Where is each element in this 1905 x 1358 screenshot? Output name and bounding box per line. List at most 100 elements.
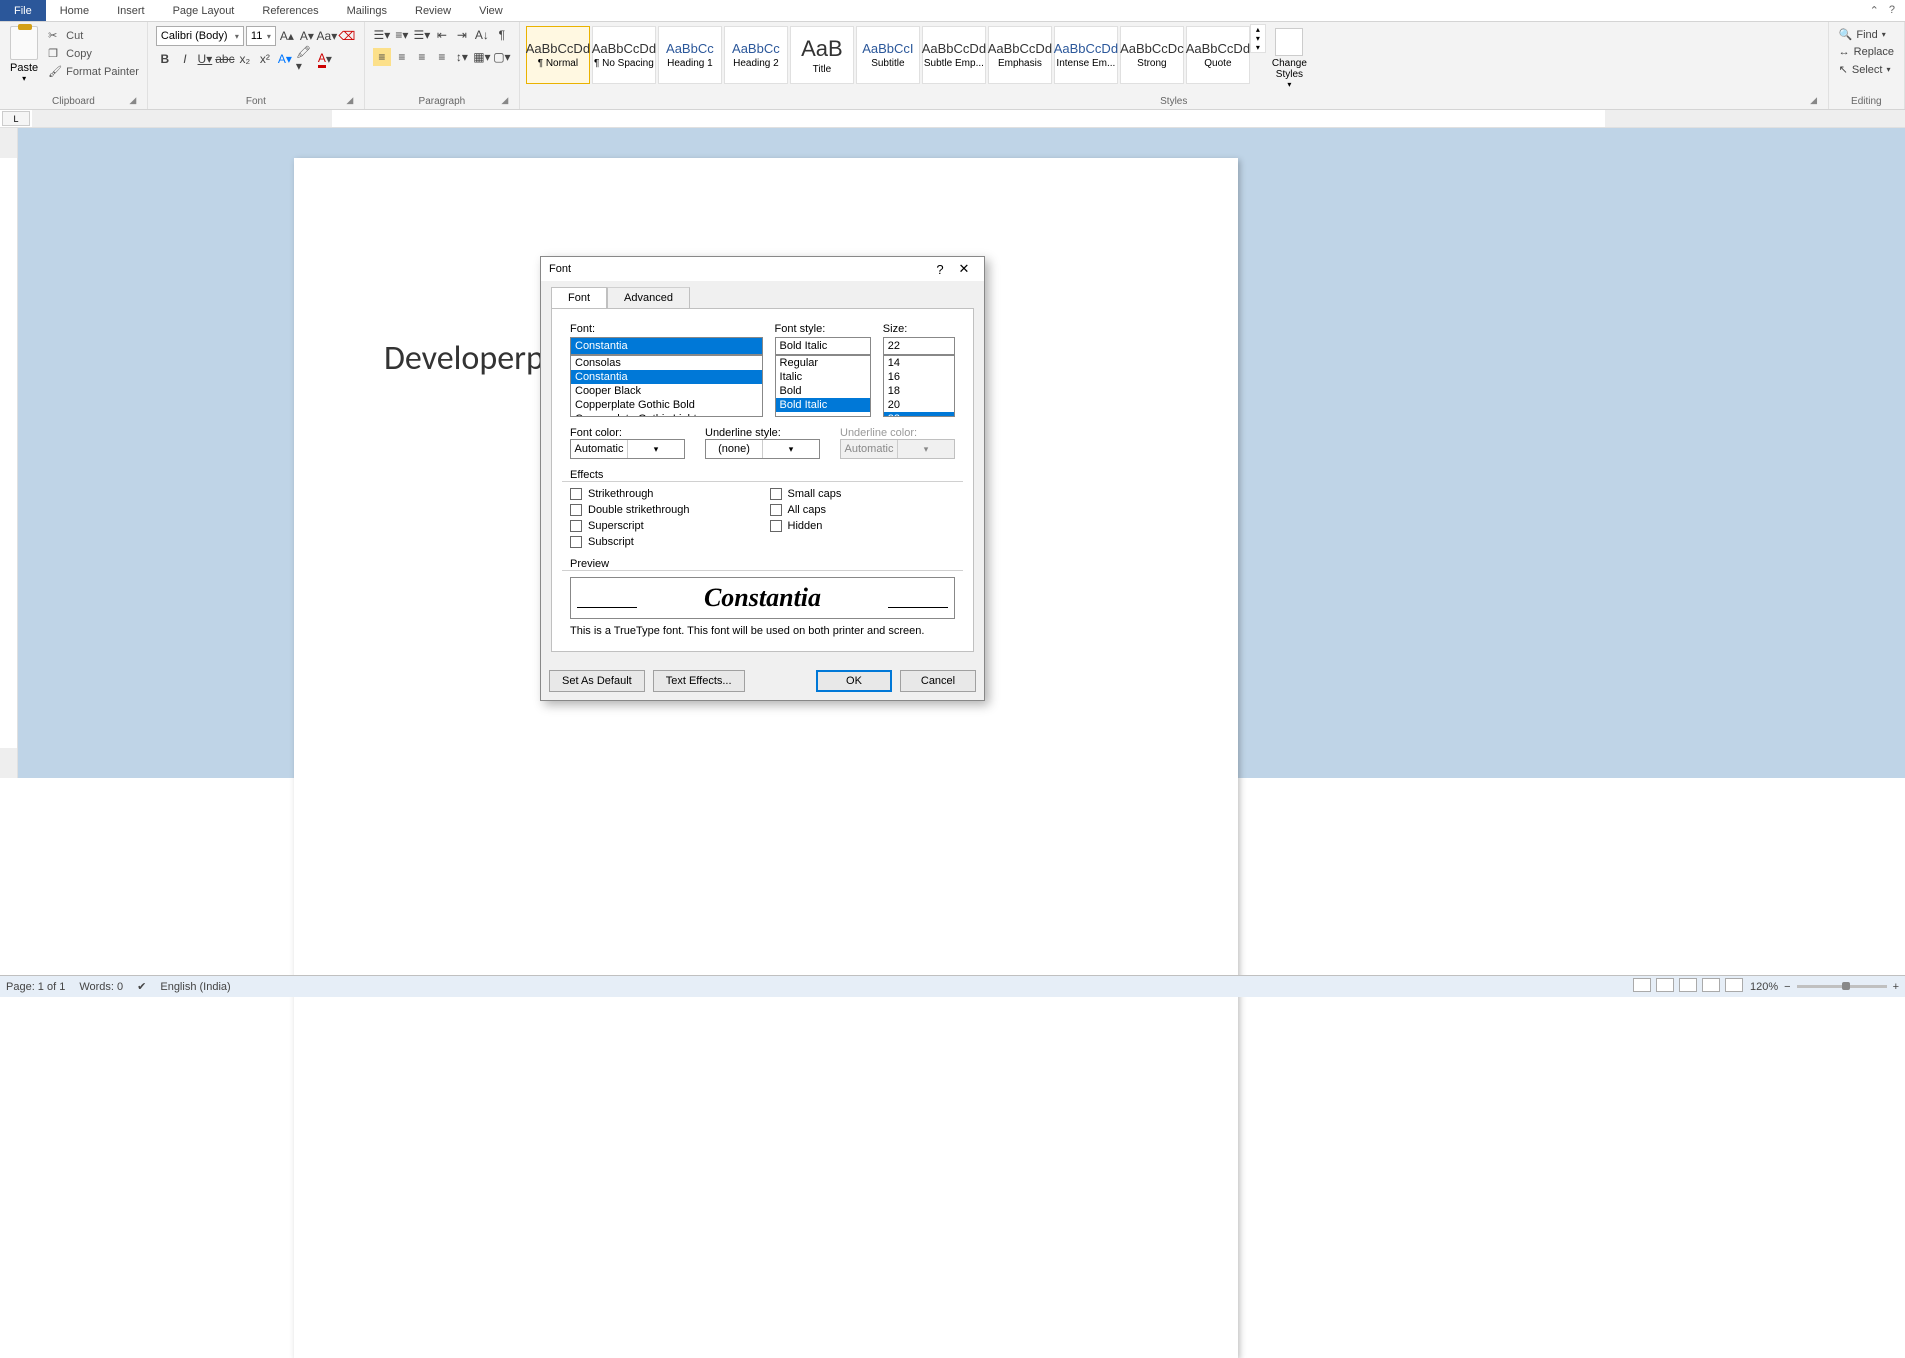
checkbox-strikethrough[interactable]: Strikethrough bbox=[570, 488, 690, 500]
borders-button[interactable]: ▢▾ bbox=[493, 48, 511, 66]
print-layout-view[interactable] bbox=[1633, 978, 1651, 992]
list-item[interactable]: 18 bbox=[884, 384, 954, 398]
minimize-ribbon-icon[interactable]: ⌃ bbox=[1870, 4, 1879, 17]
fullscreen-view[interactable] bbox=[1656, 978, 1674, 992]
clipboard-dialog-launcher[interactable]: ◢ bbox=[127, 95, 139, 107]
style-item[interactable]: AaBbCcDdSubtle Emp... bbox=[922, 26, 986, 84]
font-dialog-launcher[interactable]: ◢ bbox=[344, 95, 356, 107]
help-icon[interactable]: ? bbox=[1889, 4, 1895, 17]
list-item[interactable]: 16 bbox=[884, 370, 954, 384]
styles-more[interactable]: ▴ ▾ ▾ bbox=[1250, 24, 1266, 53]
style-item[interactable]: AaBbCcDd¶ No Spacing bbox=[592, 26, 656, 84]
list-item[interactable]: Italic bbox=[776, 370, 870, 384]
web-layout-view[interactable] bbox=[1679, 978, 1697, 992]
tab-home[interactable]: Home bbox=[46, 2, 103, 20]
list-item[interactable]: Copperplate Gothic Bold bbox=[571, 398, 762, 412]
status-words[interactable]: Words: 0 bbox=[79, 981, 123, 993]
horizontal-ruler[interactable] bbox=[32, 110, 1905, 127]
tab-selector[interactable]: L bbox=[2, 111, 30, 126]
replace-button[interactable]: ↔Replace bbox=[1837, 45, 1896, 59]
list-item[interactable]: Constantia bbox=[571, 370, 762, 384]
font-style-list[interactable]: RegularItalicBoldBold Italic bbox=[775, 355, 871, 417]
checkbox-superscript[interactable]: Superscript bbox=[570, 520, 690, 532]
sort-button[interactable]: A↓ bbox=[473, 26, 491, 44]
font-input[interactable] bbox=[570, 337, 763, 355]
font-list[interactable]: ConsolasConstantiaCooper BlackCopperplat… bbox=[570, 355, 763, 417]
underline-style-dropdown[interactable]: (none)▾ bbox=[705, 439, 820, 459]
zoom-out-button[interactable]: − bbox=[1784, 981, 1790, 993]
font-style-input[interactable] bbox=[775, 337, 871, 355]
dialog-tab-advanced[interactable]: Advanced bbox=[607, 287, 690, 308]
status-page[interactable]: Page: 1 of 1 bbox=[6, 981, 65, 993]
proofing-icon[interactable]: ✔ bbox=[137, 980, 146, 993]
line-spacing-button[interactable]: ↕▾ bbox=[453, 48, 471, 66]
checkbox-hidden[interactable]: Hidden bbox=[770, 520, 842, 532]
font-name-combo[interactable]: Calibri (Body)▾ bbox=[156, 26, 244, 46]
style-item[interactable]: AaBbCcHeading 1 bbox=[658, 26, 722, 84]
bold-button[interactable]: B bbox=[156, 50, 174, 68]
shrink-font-button[interactable]: A▾ bbox=[298, 27, 316, 45]
dialog-close-button[interactable]: ✕ bbox=[952, 261, 976, 277]
zoom-level[interactable]: 120% bbox=[1750, 981, 1778, 993]
style-item[interactable]: AaBbCcHeading 2 bbox=[724, 26, 788, 84]
tab-file[interactable]: File bbox=[0, 0, 46, 21]
ok-button[interactable]: OK bbox=[816, 670, 892, 692]
strikethrough-button[interactable]: abc bbox=[216, 50, 234, 68]
zoom-in-button[interactable]: + bbox=[1893, 981, 1899, 993]
style-item[interactable]: AaBbCcDdEmphasis bbox=[988, 26, 1052, 84]
show-marks-button[interactable]: ¶ bbox=[493, 26, 511, 44]
checkbox-double-strikethrough[interactable]: Double strikethrough bbox=[570, 504, 690, 516]
style-item[interactable]: AaBbCcDcStrong bbox=[1120, 26, 1184, 84]
clear-formatting-button[interactable]: ⌫ bbox=[338, 27, 356, 45]
tab-view[interactable]: View bbox=[465, 2, 517, 20]
outline-view[interactable] bbox=[1702, 978, 1720, 992]
list-item[interactable]: Consolas bbox=[571, 356, 762, 370]
font-size-combo[interactable]: 11▾ bbox=[246, 26, 276, 46]
select-button[interactable]: ↖Select▾ bbox=[1837, 62, 1896, 77]
list-item[interactable]: Cooper Black bbox=[571, 384, 762, 398]
style-item[interactable]: AaBbCcDd¶ Normal bbox=[526, 26, 590, 84]
font-color-dropdown[interactable]: Automatic▾ bbox=[570, 439, 685, 459]
dialog-tab-font[interactable]: Font bbox=[551, 287, 607, 308]
checkbox-all-caps[interactable]: All caps bbox=[770, 504, 842, 516]
tab-page-layout[interactable]: Page Layout bbox=[159, 2, 249, 20]
scroll-down-icon[interactable]: ▾ bbox=[1251, 34, 1265, 43]
styles-dialog-launcher[interactable]: ◢ bbox=[1808, 95, 1820, 107]
text-effects-button[interactable]: Text Effects... bbox=[653, 670, 745, 692]
list-item[interactable]: 20 bbox=[884, 398, 954, 412]
list-item[interactable]: Bold bbox=[776, 384, 870, 398]
tab-mailings[interactable]: Mailings bbox=[333, 2, 401, 20]
format-painter-button[interactable]: 🖌Format Painter bbox=[46, 64, 141, 80]
list-item[interactable]: Regular bbox=[776, 356, 870, 370]
dialog-titlebar[interactable]: Font ? ✕ bbox=[541, 257, 984, 281]
text-effects-button[interactable]: A▾ bbox=[276, 50, 294, 68]
paste-button[interactable]: Paste ▾ bbox=[6, 24, 42, 85]
size-list[interactable]: 1416182022 bbox=[883, 355, 955, 417]
style-item[interactable]: AaBbCcDdQuote bbox=[1186, 26, 1250, 84]
align-left-button[interactable]: ≡ bbox=[373, 48, 391, 66]
align-center-button[interactable]: ≡ bbox=[393, 48, 411, 66]
zoom-slider[interactable] bbox=[1797, 985, 1887, 988]
copy-button[interactable]: ❐Copy bbox=[46, 46, 141, 62]
style-item[interactable]: AaBbCcISubtitle bbox=[856, 26, 920, 84]
subscript-button[interactable]: x₂ bbox=[236, 50, 254, 68]
grow-font-button[interactable]: A▴ bbox=[278, 27, 296, 45]
vertical-ruler[interactable] bbox=[0, 128, 18, 778]
scroll-up-icon[interactable]: ▴ bbox=[1251, 25, 1265, 34]
status-language[interactable]: English (India) bbox=[160, 981, 230, 993]
cancel-button[interactable]: Cancel bbox=[900, 670, 976, 692]
highlight-button[interactable]: 🖍▾ bbox=[296, 50, 314, 68]
list-item[interactable]: 22 bbox=[884, 412, 954, 417]
size-input[interactable] bbox=[883, 337, 955, 355]
shading-button[interactable]: ▦▾ bbox=[473, 48, 491, 66]
change-styles-button[interactable]: Change Styles ▾ bbox=[1266, 24, 1313, 93]
cut-button[interactable]: ✂Cut bbox=[46, 28, 141, 44]
list-item[interactable]: Copperplate Gothic Light bbox=[571, 412, 762, 417]
checkbox-small-caps[interactable]: Small caps bbox=[770, 488, 842, 500]
tab-insert[interactable]: Insert bbox=[103, 2, 159, 20]
dialog-help-button[interactable]: ? bbox=[928, 262, 952, 277]
paragraph-dialog-launcher[interactable]: ◢ bbox=[499, 95, 511, 107]
align-right-button[interactable]: ≡ bbox=[413, 48, 431, 66]
underline-button[interactable]: U▾ bbox=[196, 50, 214, 68]
style-item[interactable]: AaBbCcDdIntense Em... bbox=[1054, 26, 1118, 84]
